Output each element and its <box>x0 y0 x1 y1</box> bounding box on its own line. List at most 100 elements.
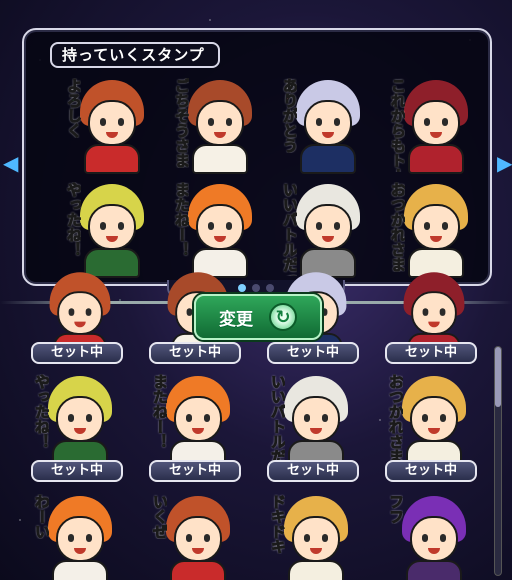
character-outfit <box>170 560 226 580</box>
character-eye <box>186 534 192 542</box>
carried-sticker-slot[interactable]: ごちそうさま <box>170 74 278 178</box>
character-eye <box>304 414 310 422</box>
character-face <box>196 100 244 146</box>
sticker-art: いいバトルだった！ <box>278 178 378 278</box>
character-eye <box>334 118 340 126</box>
character-eye <box>118 222 124 230</box>
set-status-badge: セット中 <box>385 342 477 364</box>
character-face <box>56 516 104 562</box>
character-eye <box>316 118 322 126</box>
scrollbar-thumb[interactable] <box>495 347 501 407</box>
set-status-badge: セット中 <box>267 460 359 482</box>
character-eye <box>68 308 75 316</box>
sticker-text: おつかれさま <box>388 374 403 464</box>
character-eye <box>208 222 214 230</box>
sticker-text: いいバトルだった！ <box>282 182 297 276</box>
sticker-art: やったね！ <box>30 370 130 470</box>
carried-stickers-panel: 持っていくスタンプ よろしく ごちそうさま ありがとう これからもトーゼンねやったね！… <box>22 28 492 286</box>
sticker-text: またねー！ <box>152 374 167 449</box>
sticker-text: またねー！ <box>174 182 189 257</box>
collection-sticker[interactable]: ドキドキ <box>258 486 376 580</box>
collection-scrollbar[interactable] <box>494 346 502 576</box>
collection-sticker[interactable]: いくぜ <box>140 486 258 580</box>
character-eye <box>226 118 232 126</box>
collection-sticker[interactable]: やったね！ セット中 <box>22 368 140 486</box>
collection-sticker[interactable]: またねー！ セット中 <box>140 368 258 486</box>
character-face <box>411 291 457 335</box>
sticker-art: いくぜ <box>148 490 248 580</box>
character-eye <box>442 222 448 230</box>
chevron-right-icon[interactable]: ▶ <box>497 150 512 176</box>
carried-sticker-grid: よろしく ごちそうさま ありがとう これからもトーゼンねやったね！ またねー！ いいバトル… <box>62 74 494 282</box>
set-status-badge: セット中 <box>31 342 123 364</box>
character-outfit <box>52 560 108 580</box>
sticker-text: いいバトルだった！ <box>270 374 285 468</box>
chevron-left-icon[interactable]: ◀ <box>3 150 18 176</box>
character-eye <box>226 222 232 230</box>
carried-sticker-slot[interactable]: ありがとう <box>278 74 386 178</box>
set-status-badge: セット中 <box>149 460 241 482</box>
sticker-art: おつかれさま <box>384 370 484 470</box>
sticker-art: またねー！ <box>148 370 248 470</box>
collection-sticker[interactable]: セット中 <box>376 272 494 368</box>
character-eye <box>68 414 74 422</box>
sticker-art: フフ <box>384 490 484 580</box>
sticker-art: ありがとう <box>278 74 378 174</box>
sticker-art: またねー！ <box>170 178 270 278</box>
page-dot <box>252 284 260 292</box>
character-eye <box>86 534 92 542</box>
character-face <box>410 396 458 442</box>
sticker-art: これからもトーゼンね <box>386 74 486 174</box>
character-outfit <box>288 560 344 580</box>
sticker-text: ありがとう <box>282 78 297 153</box>
carried-sticker-slot[interactable]: よろしく <box>62 74 170 178</box>
character-face <box>304 100 352 146</box>
character-eye <box>321 308 328 316</box>
sticker-text: これからもトーゼンね <box>390 78 405 172</box>
sticker-text: おつかれさま <box>390 182 405 272</box>
character-eye <box>442 118 448 126</box>
character-eye <box>422 308 429 316</box>
collection-sticker[interactable]: いいバトルだった！セット中 <box>258 368 376 486</box>
character-eye <box>440 534 446 542</box>
set-status-badge: セット中 <box>31 460 123 482</box>
character-eye <box>204 534 210 542</box>
character-face <box>88 204 136 250</box>
character-eye <box>424 222 430 230</box>
character-eye <box>316 222 322 230</box>
character-face <box>88 100 136 146</box>
character-eye <box>85 308 92 316</box>
character-eye <box>439 308 446 316</box>
sticker-text: やったね！ <box>34 374 49 449</box>
sticker-art: おつかれさま <box>386 178 486 278</box>
sticker-text: ドキドキ <box>270 494 285 554</box>
character-face <box>56 396 104 442</box>
collection-grid: セット中 セット中 セット中 セット中 やったね！ セット中 またねー！ セット中 いいバトルだ… <box>22 272 494 580</box>
character-eye <box>334 222 340 230</box>
sticker-text: よろしく <box>66 78 81 138</box>
sticker-text: わーい <box>34 494 49 539</box>
character-eye <box>86 414 92 422</box>
change-button[interactable]: 変更 ↻ <box>194 294 322 340</box>
carried-sticker-slot[interactable]: これからもトーゼンね <box>386 74 494 178</box>
collection-sticker[interactable]: おつかれさま セット中 <box>376 368 494 486</box>
sticker-art: わーい <box>30 490 130 580</box>
character-eye <box>100 222 106 230</box>
sticker-art: いいバトルだった！ <box>266 370 366 470</box>
character-eye <box>422 414 428 422</box>
collection-sticker[interactable]: フフ <box>376 486 494 580</box>
character-outfit <box>408 144 464 174</box>
set-status-badge: セット中 <box>149 342 241 364</box>
character-face <box>410 516 458 562</box>
character-face <box>304 204 352 250</box>
character-face <box>196 204 244 250</box>
set-status-badge: セット中 <box>385 460 477 482</box>
character-eye <box>68 534 74 542</box>
change-button-label: 変更 <box>219 309 253 330</box>
collection-sticker[interactable]: わーい <box>22 486 140 580</box>
sticker-text: やったね！ <box>66 182 81 257</box>
character-outfit <box>84 144 140 174</box>
collection-sticker[interactable]: セット中 <box>22 272 140 368</box>
sticker-text: フフ <box>388 494 403 524</box>
character-eye <box>204 414 210 422</box>
